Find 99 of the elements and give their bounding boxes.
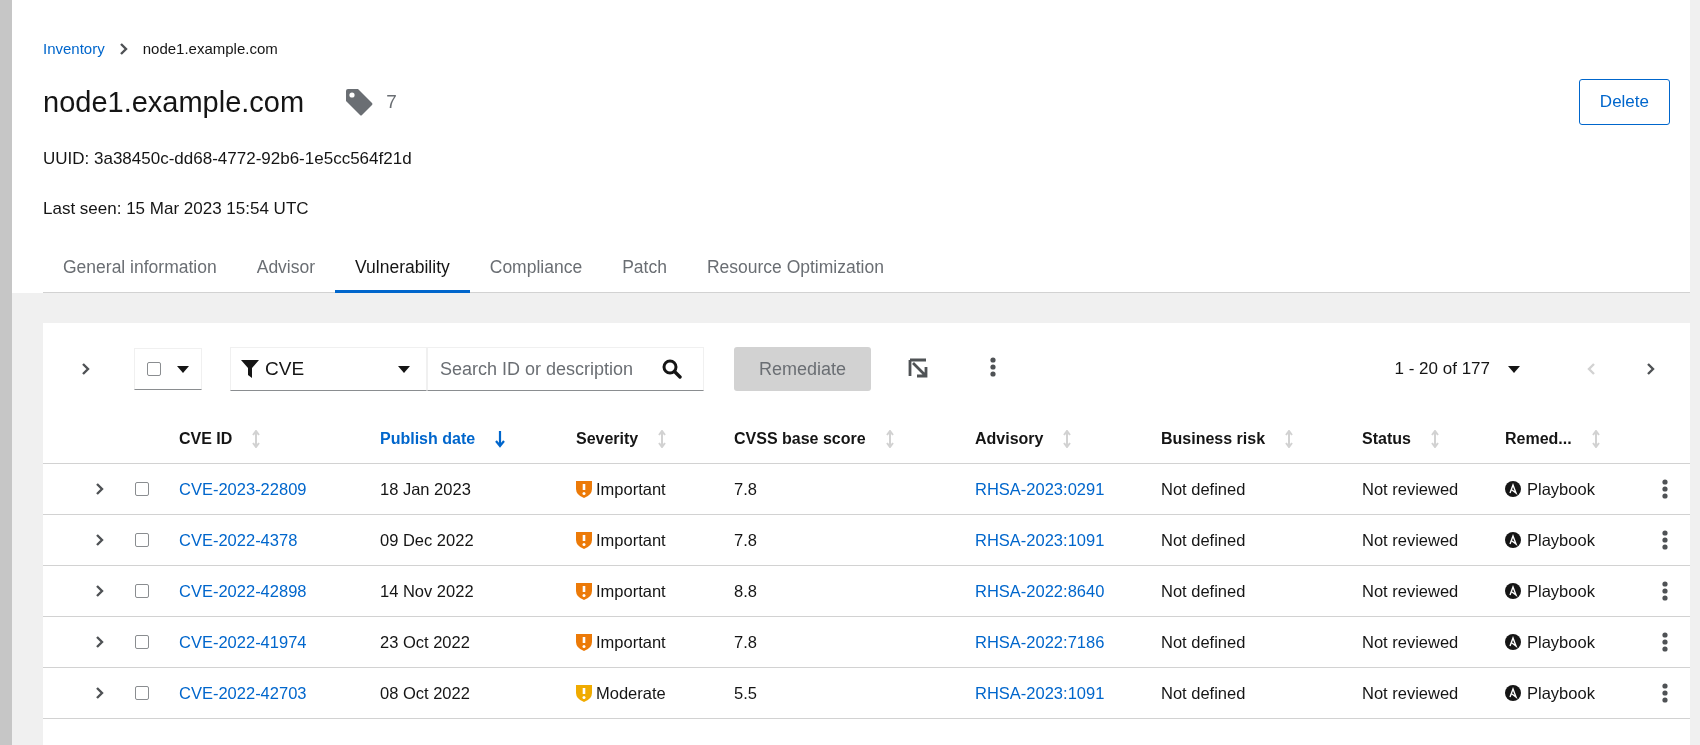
- breadcrumb-current: node1.example.com: [142, 40, 278, 57]
- remediation-label: Playbook: [1527, 683, 1595, 703]
- column-header[interactable]: Severity: [576, 430, 639, 448]
- checkbox[interactable]: [135, 533, 149, 547]
- publish-date-cell-text: 14 Nov 2022: [380, 581, 475, 601]
- business-risk-cell-text: Not defined: [1161, 683, 1247, 703]
- severity-label: Important: [596, 530, 666, 550]
- delete-button[interactable]: Delete: [1578, 79, 1670, 125]
- breadcrumb-link[interactable]: Inventory: [43, 40, 105, 57]
- business-risk-cell-text: Not defined: [1161, 581, 1247, 601]
- kebab-menu-icon[interactable]: [1662, 581, 1668, 601]
- ansible-icon: [1505, 634, 1521, 650]
- cvss-score-cell-text: 7.8: [734, 530, 758, 550]
- remediation-label: Playbook: [1527, 581, 1595, 601]
- filter-dropdown[interactable]: CVE: [230, 347, 427, 391]
- ansible-icon: [1505, 481, 1521, 497]
- ansible-icon: [1505, 583, 1521, 599]
- search-field[interactable]: Search ID or description: [427, 347, 704, 391]
- status-cell-text: Not reviewed: [1362, 581, 1460, 601]
- ansible-icon: [1505, 532, 1521, 548]
- tab[interactable]: Advisor: [236, 247, 336, 293]
- tag-icon[interactable]: [344, 87, 375, 117]
- checkbox[interactable]: [135, 635, 149, 649]
- advisory-link[interactable]: RHSA-2023:1091: [975, 683, 1161, 703]
- cve-link[interactable]: CVE-2022-4378: [179, 530, 380, 550]
- status-cell-text: Not reviewed: [1362, 683, 1460, 703]
- advisory-link[interactable]: RHSA-2023:1091: [975, 530, 1161, 550]
- caret-icon: [177, 365, 189, 373]
- checkbox[interactable]: [135, 584, 149, 598]
- advisory-link[interactable]: RHSA-2022:8640: [975, 581, 1161, 601]
- expand-row-icon[interactable]: [95, 533, 105, 547]
- caret-icon: [1508, 365, 1520, 373]
- checkbox[interactable]: [135, 686, 149, 700]
- column-header[interactable]: CVSS base score: [734, 430, 866, 448]
- uuid-text: UUID: 3a38450c-dd68-4772-92b6-1e5cc564f21d: [43, 149, 413, 169]
- kebab-menu-icon[interactable]: [1662, 683, 1668, 703]
- expand-row-icon[interactable]: [95, 584, 105, 598]
- last-seen-text: Last seen: 15 Mar 2023 15:54 UTC: [43, 199, 310, 219]
- kebab-menu-icon[interactable]: [1662, 479, 1668, 499]
- next-page-icon[interactable]: [1646, 362, 1656, 376]
- expand-row-icon[interactable]: [95, 635, 105, 649]
- cvss-score-cell-text: 7.8: [734, 479, 758, 499]
- advisory-link[interactable]: RHSA-2023:0291: [975, 479, 1161, 499]
- advisory-link[interactable]: RHSA-2022:7186: [975, 632, 1161, 652]
- column-header[interactable]: Remed...: [1505, 430, 1572, 448]
- cve-link[interactable]: CVE-2022-41974: [179, 632, 380, 652]
- pagination-text: 1 - 20 of 177: [1394, 359, 1490, 379]
- publish-date-cell-text: 08 Oct 2022: [380, 683, 471, 703]
- cve-link[interactable]: CVE-2023-22809: [179, 479, 380, 499]
- status-cell-text: Not reviewed: [1362, 530, 1460, 550]
- ansible-icon: [1505, 685, 1521, 701]
- tag-count: 7: [386, 91, 397, 113]
- business-risk-cell-text: Not defined: [1161, 530, 1247, 550]
- severity-label: Important: [596, 479, 666, 499]
- publish-date-cell-text: 23 Oct 2022: [380, 632, 471, 652]
- column-header[interactable]: CVE ID: [179, 430, 233, 448]
- severity-label: Important: [596, 632, 666, 652]
- publish-date-cell-text: 09 Dec 2022: [380, 530, 475, 550]
- expand-row-icon[interactable]: [95, 686, 105, 700]
- column-header[interactable]: Publish date: [380, 430, 476, 448]
- cvss-score-cell-text: 8.8: [734, 581, 758, 601]
- checkbox[interactable]: [147, 362, 161, 376]
- tab[interactable]: Patch: [602, 247, 687, 293]
- status-cell-text: Not reviewed: [1362, 479, 1460, 499]
- cve-link[interactable]: CVE-2022-42898: [179, 581, 380, 601]
- remediation-label: Playbook: [1527, 632, 1595, 652]
- filter-icon: [241, 360, 259, 378]
- page-title: node1.example.com: [43, 85, 305, 119]
- remediation-label: Playbook: [1527, 530, 1595, 550]
- export-icon[interactable]: [908, 358, 930, 380]
- tab[interactable]: Vulnerability: [335, 247, 470, 293]
- bulk-select-dropdown[interactable]: [134, 348, 202, 390]
- tab[interactable]: General information: [43, 247, 237, 293]
- status-cell-text: Not reviewed: [1362, 632, 1460, 652]
- tab[interactable]: Compliance: [469, 247, 603, 293]
- remediation-label: Playbook: [1527, 479, 1595, 499]
- publish-date-cell-text: 18 Jan 2023: [380, 479, 472, 499]
- column-header[interactable]: Business risk: [1161, 430, 1266, 448]
- pagination-dropdown[interactable]: [1508, 365, 1520, 373]
- search-icon[interactable]: [662, 359, 682, 379]
- business-risk-cell-text: Not defined: [1161, 479, 1247, 499]
- severity-label: Moderate: [596, 683, 666, 703]
- expand-all-icon[interactable]: [81, 362, 91, 376]
- checkbox[interactable]: [135, 482, 149, 496]
- breadcrumb-separator-icon[interactable]: [118, 41, 129, 56]
- column-header[interactable]: Status: [1362, 430, 1411, 448]
- caret-icon: [398, 365, 410, 373]
- column-header[interactable]: Advisory: [975, 430, 1044, 448]
- cve-link[interactable]: CVE-2022-42703: [179, 683, 380, 703]
- kebab-menu-icon[interactable]: [1662, 530, 1668, 550]
- cvss-score-cell-text: 5.5: [734, 683, 758, 703]
- expand-row-icon[interactable]: [95, 482, 105, 496]
- cvss-score-cell-text: 7.8: [734, 632, 758, 652]
- severity-label: Important: [596, 581, 666, 601]
- business-risk-cell-text: Not defined: [1161, 632, 1247, 652]
- tab[interactable]: Resource Optimization: [686, 247, 904, 293]
- kebab-menu-icon[interactable]: [1662, 632, 1668, 652]
- sort-descending-icon[interactable]: [495, 430, 506, 448]
- kebab-menu-icon[interactable]: [990, 357, 996, 377]
